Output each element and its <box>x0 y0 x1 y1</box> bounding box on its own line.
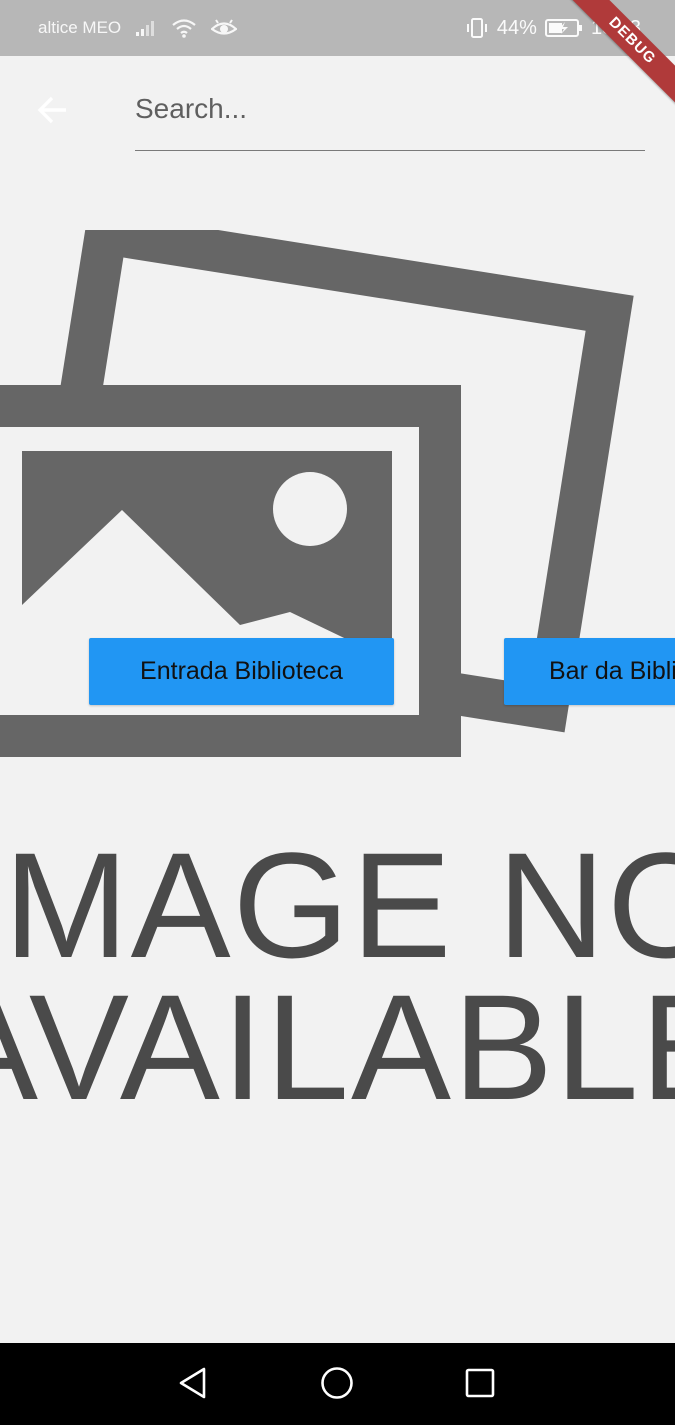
status-left: altice MEO <box>38 18 238 38</box>
square-recents-icon <box>464 1367 496 1404</box>
battery-icon <box>544 18 583 38</box>
entrada-biblioteca-button[interactable]: Entrada Biblioteca <box>89 638 394 705</box>
nav-recents-button[interactable] <box>458 1363 502 1407</box>
app-bar <box>0 56 675 166</box>
signal-icon <box>135 19 157 37</box>
search-field <box>135 80 645 151</box>
arrow-back-icon <box>34 92 70 133</box>
vibrate-icon <box>465 16 489 40</box>
battery-percent: 44% <box>496 16 537 39</box>
back-button[interactable] <box>30 90 74 134</box>
nav-home-button[interactable] <box>315 1363 359 1407</box>
nav-back-button[interactable] <box>171 1363 215 1407</box>
triangle-back-icon <box>177 1366 209 1405</box>
navigation-bar <box>0 1343 675 1425</box>
status-bar: altice MEO 44% <box>0 0 675 56</box>
carrier-label: altice MEO <box>38 18 122 37</box>
screen: altice MEO 44% DEBUG Search... IMAGE NO … <box>0 0 675 1425</box>
eye-icon <box>211 18 238 38</box>
image-not-available-line2: AVAILABLE <box>0 963 675 1131</box>
image-not-available-line1: IMAGE NOT <box>0 821 675 989</box>
wifi-icon <box>171 18 197 38</box>
circle-home-icon <box>320 1366 354 1405</box>
bar-da-biblioteca-button[interactable]: Bar da Biblioteca <box>504 638 675 705</box>
search-input[interactable] <box>135 86 645 132</box>
